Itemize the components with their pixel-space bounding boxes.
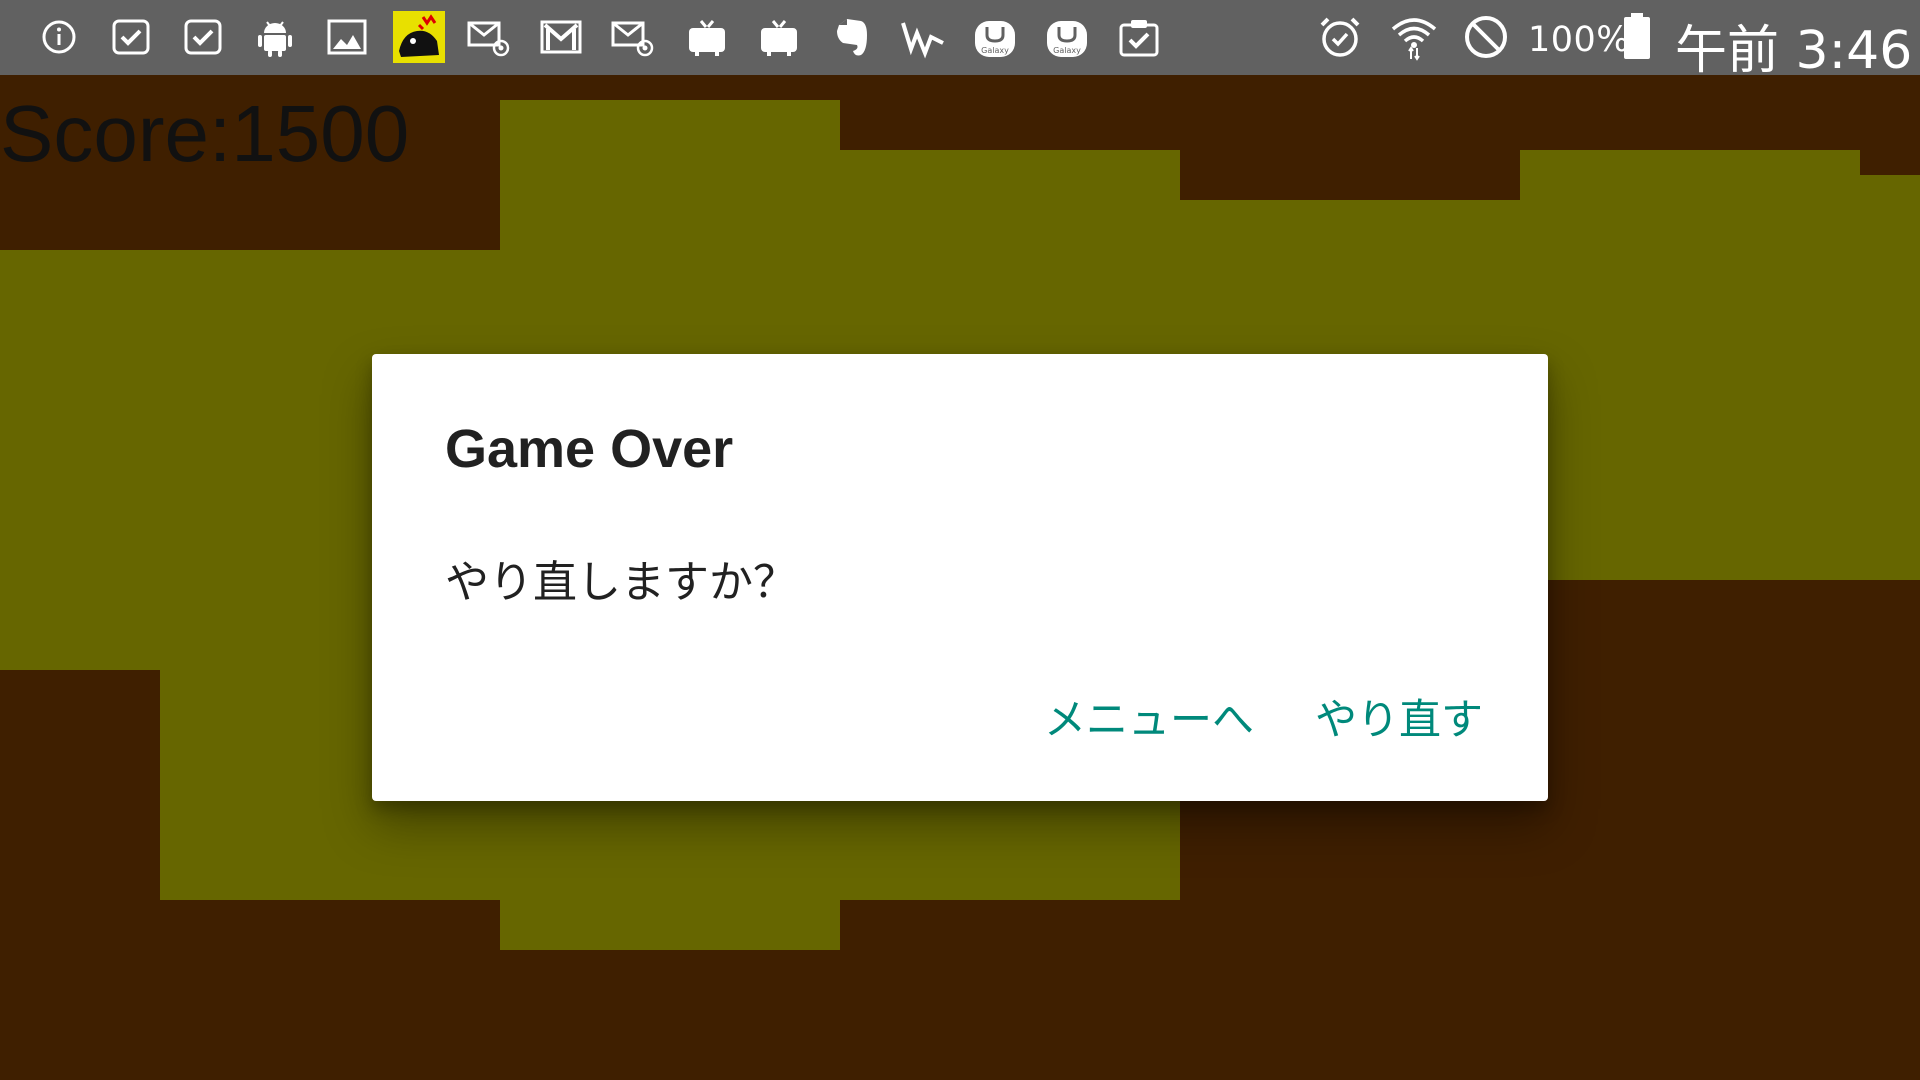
dialog-message: やり直しますか？ — [445, 557, 797, 608]
game-over-dialog: Game Over やり直しますか？ メニューへ やり直す — [372, 354, 1548, 801]
go-to-menu-button[interactable]: メニューへ — [1036, 684, 1262, 756]
retry-button[interactable]: やり直す — [1307, 684, 1491, 756]
dialog-title: Game Over — [445, 419, 734, 479]
game-screen: Galaxy Galaxy 100% 午前 3:46 Score:1500 Ga… — [0, 0, 1920, 1080]
